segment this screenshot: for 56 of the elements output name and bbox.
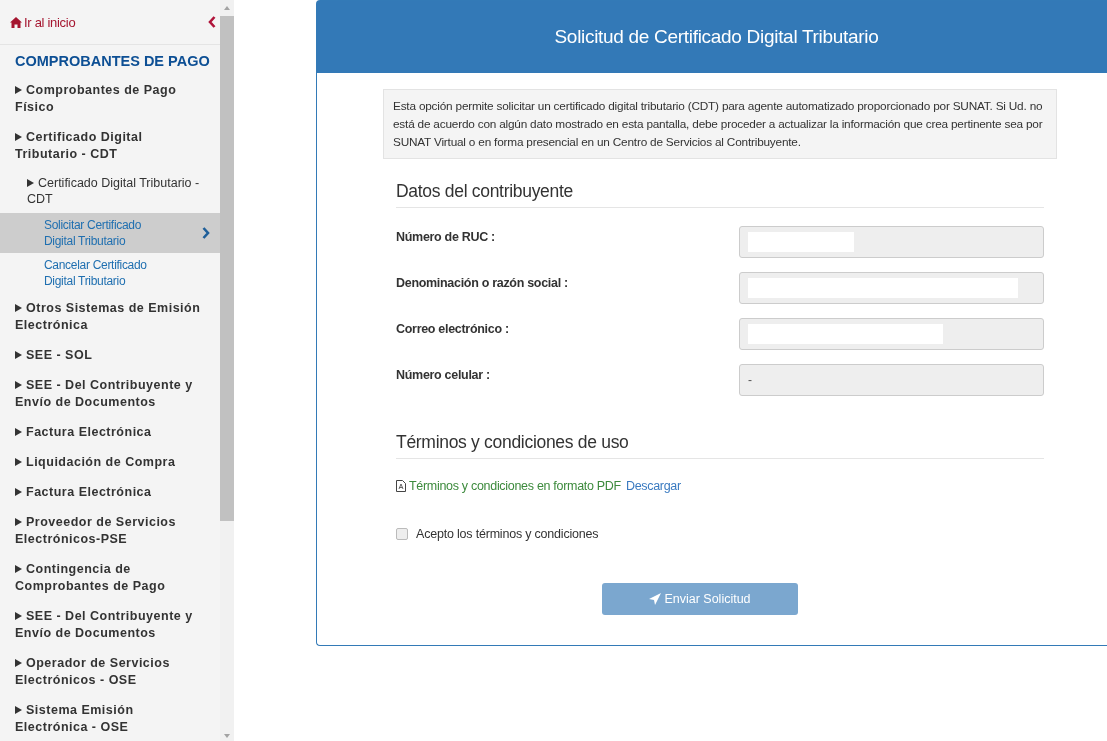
section-heading: Términos y condiciones de uso [396, 432, 1044, 459]
caret-right-icon [15, 351, 22, 359]
caret-right-icon [15, 458, 22, 466]
terms-text: Términos y condiciones en formato PDF [409, 479, 621, 493]
menu-item[interactable]: Factura Electrónica [0, 477, 220, 507]
caret-right-icon [15, 518, 22, 526]
menu-item[interactable]: Proveedor de Servicios Electrónicos-PSE [0, 507, 220, 554]
input-field[interactable]: - [739, 364, 1044, 396]
caret-right-icon [15, 381, 22, 389]
menu-item[interactable]: Contingencia de Comprobantes de Pago [0, 554, 220, 601]
scroll-down-icon[interactable] [224, 734, 230, 738]
caret-right-icon [15, 565, 22, 573]
home-link[interactable]: Ir al inicio [10, 14, 76, 30]
panel-title: Solicitud de Certificado Digital Tributario [554, 26, 879, 48]
submenu-item[interactable]: Certificado Digital Tributario - CDT [0, 169, 220, 213]
menu-item[interactable]: Operador de Servicios Electrónicos - OSE [0, 648, 220, 695]
scrollbar-thumb[interactable] [220, 16, 234, 521]
submenu-link[interactable]: Cancelar Certificado Digital Tributario [0, 253, 220, 293]
section-title: COMPROBANTES DE PAGO [14, 52, 211, 71]
checkbox-label: Acepto los términos y condiciones [416, 527, 599, 541]
pdf-file-icon [396, 480, 406, 492]
notice-text: Esta opción permite solicitar un certificado digital tributario (CDT) para agente automatizado proporcionado por SUNAT. Si Ud. no está de acuerdo con algún dato mostrado en esta pantalla, debe proceder a actualizar la información que crea pertinente sea por SUNAT Virtual o en forma presencial en un Centro de Servicios al Contribuyente. [383, 89, 1057, 159]
home-icon [10, 16, 22, 28]
menu-item[interactable]: Liquidación de Compra [0, 447, 220, 477]
caret-right-icon [15, 706, 22, 714]
menu-item[interactable]: Comprobantes de Pago Físico [0, 75, 220, 122]
menu-item[interactable]: Certificado Digital Tributario - CDT [0, 122, 220, 169]
caret-right-icon [15, 304, 22, 312]
caret-right-icon [15, 86, 22, 94]
input-field[interactable] [739, 226, 1044, 258]
caret-right-icon [15, 133, 22, 141]
section-heading: Datos del contribuyente [396, 181, 1044, 208]
chevron-right-icon [202, 227, 210, 239]
caret-right-icon [15, 428, 22, 436]
menu-item[interactable]: Factura Electrónica [0, 417, 220, 447]
download-link[interactable]: Descargar [625, 479, 681, 493]
accept-checkbox[interactable] [396, 528, 408, 540]
input-field[interactable] [739, 318, 1044, 350]
menu-item[interactable]: Sistema Emisión Electrónica - OSE [0, 695, 220, 741]
scrollbar[interactable] [220, 0, 234, 741]
menu-item[interactable]: Otros Sistemas de Emisión Electrónica [0, 293, 220, 340]
scroll-up-icon[interactable] [224, 6, 230, 10]
menu-item[interactable]: SEE - SOL [0, 340, 220, 370]
caret-right-icon [27, 179, 34, 187]
menu-item[interactable]: SEE - Del Contribuyente y Envío de Documentos [0, 370, 220, 417]
field-label: Correo electrónico : [396, 321, 509, 338]
field-label: Denominación o razón social : [396, 275, 568, 292]
caret-right-icon [15, 659, 22, 667]
input-field[interactable] [739, 272, 1044, 304]
field-label: Número de RUC : [396, 229, 495, 246]
caret-right-icon [15, 612, 22, 620]
menu-item[interactable]: SEE - Del Contribuyente y Envío de Documentos [0, 601, 220, 648]
field-label: Número celular : [396, 367, 490, 384]
collapse-chevron-icon[interactable] [208, 16, 216, 28]
paper-plane-icon [649, 593, 662, 605]
caret-right-icon [15, 488, 22, 496]
